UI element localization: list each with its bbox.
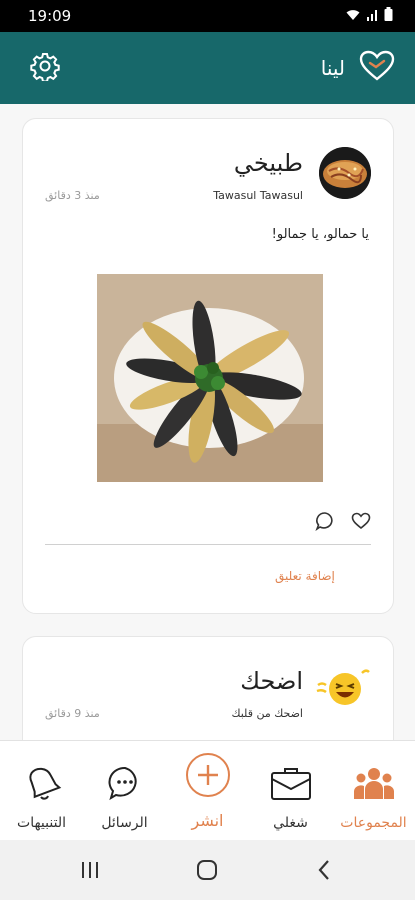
nav-notifications-label: التنبيهات [17, 815, 66, 831]
nav-publish-label: انشر [191, 811, 224, 830]
group-avatar[interactable] [319, 147, 371, 199]
status-time: 19:09 [28, 7, 72, 25]
post-time: منذ 9 دقائق [45, 707, 100, 720]
heart-logo-icon [359, 50, 395, 86]
system-nav-bar [0, 840, 415, 900]
nav-messages[interactable]: الرسائل [83, 741, 166, 841]
username: لينا [320, 56, 345, 80]
recent-apps-icon[interactable] [78, 856, 102, 884]
home-icon[interactable] [193, 856, 221, 884]
app-bar: لينا [0, 32, 415, 104]
group-name[interactable]: اضحك [240, 667, 303, 695]
settings-gear-icon[interactable] [30, 51, 60, 85]
group-name[interactable]: طبيخي [234, 149, 303, 177]
status-bar: 19:09 [0, 0, 415, 32]
post-card[interactable]: طبيخي Tawasul Tawasul منذ 3 دقائق يا حما… [22, 118, 394, 614]
post-image[interactable] [97, 274, 323, 482]
post-text: يا حمالو، يا جمالو! [271, 227, 369, 242]
post-author[interactable]: Tawasul Tawasul [213, 189, 303, 202]
comment-bubble-icon[interactable] [315, 511, 335, 535]
post-author[interactable]: اضحك من قلبك [231, 707, 303, 720]
people-group-icon [353, 763, 395, 803]
nav-my-work-label: شغلي [273, 815, 308, 831]
post-actions [315, 511, 371, 535]
briefcase-icon [270, 763, 312, 803]
back-icon[interactable] [312, 856, 336, 884]
bottom-nav: التنبيهات الرسائل انشر شغلي المجموعات [0, 740, 415, 840]
battery-icon [384, 7, 393, 25]
app-bar-user[interactable]: لينا [321, 50, 395, 86]
nav-groups-label: المجموعات [340, 815, 407, 831]
chat-bubble-icon [107, 763, 143, 803]
heart-outline-icon[interactable] [351, 512, 371, 534]
status-icons [346, 7, 393, 25]
nav-publish[interactable]: انشر [166, 741, 249, 841]
post-card[interactable]: اضحك اضحك من قلبك منذ 9 دقائق [22, 636, 394, 740]
divider [45, 544, 371, 545]
add-comment-link[interactable]: إضافة تعليق [275, 569, 335, 583]
nav-notifications[interactable]: التنبيهات [0, 741, 83, 841]
laughing-emoji-icon [315, 667, 371, 707]
plus-circle-icon [184, 751, 232, 799]
wifi-icon [346, 7, 360, 25]
nav-messages-label: الرسائل [101, 815, 148, 831]
post-time: منذ 3 دقائق [45, 189, 100, 202]
nav-groups[interactable]: المجموعات [332, 741, 415, 841]
nav-my-work[interactable]: شغلي [249, 741, 332, 841]
bell-icon [22, 763, 62, 803]
signal-icon [366, 7, 378, 25]
feed[interactable]: طبيخي Tawasul Tawasul منذ 3 دقائق يا حما… [0, 104, 415, 740]
